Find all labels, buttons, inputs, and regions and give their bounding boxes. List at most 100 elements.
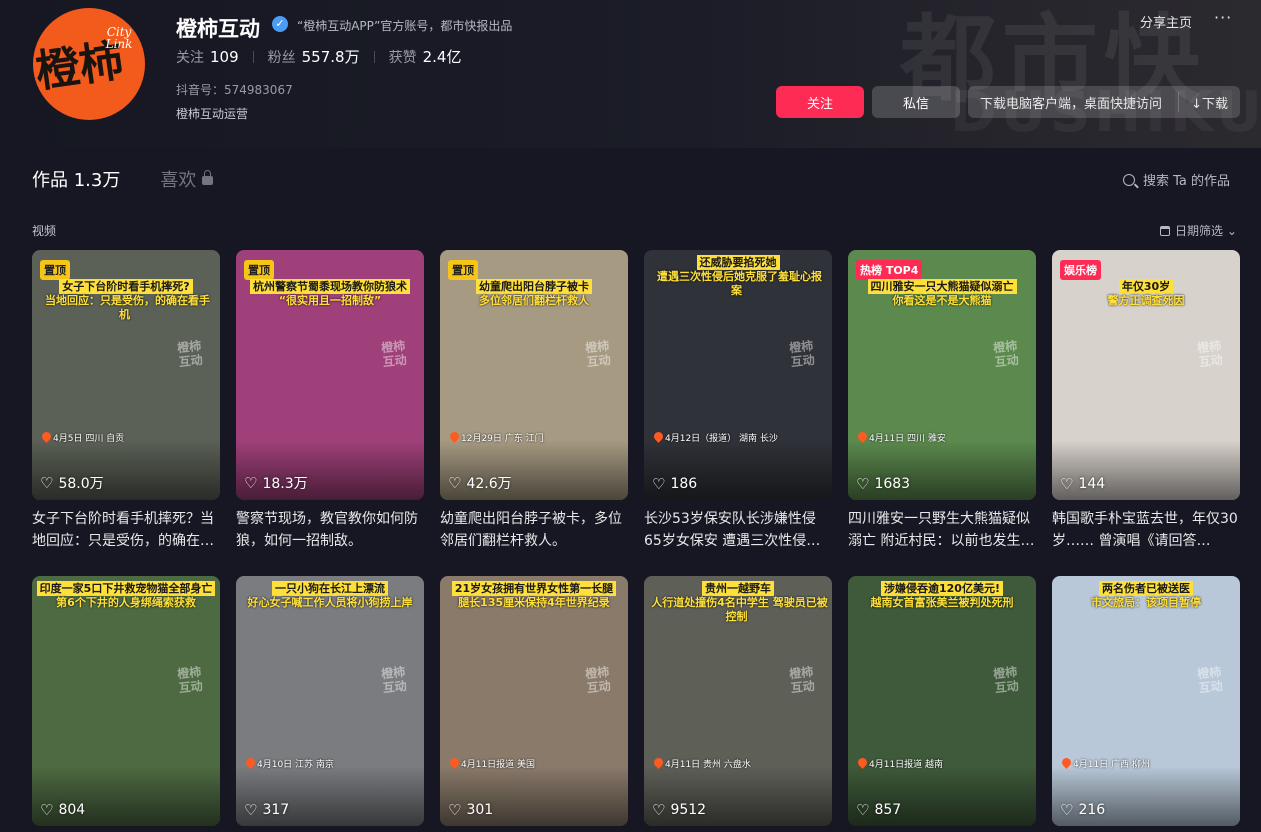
video-likes-count: 58.0万 (58, 476, 104, 492)
heart-icon: ♡ (856, 801, 870, 819)
location-pin-icon (652, 756, 665, 769)
video-title[interactable]: 女子下台阶时看手机摔死？当地回应：只是受伤，的确在… (32, 508, 220, 552)
section-label: 视频 (32, 224, 57, 238)
video-banner: 印度一家5口下井救宠物猫全部身亡 第6个下井的人身绑绳索获救 (32, 581, 220, 610)
heart-icon: ♡ (40, 474, 54, 492)
location-pin-icon (652, 430, 665, 443)
video-card[interactable]: 贵州一越野车 人行道处撞伤4名中学生 驾驶员已被控制 橙柿 互动 4月11日 贵州 六盘… (644, 576, 832, 826)
download-button[interactable]: ↓下载 (1178, 92, 1240, 112)
video-likes: ♡ 216 (1060, 801, 1105, 819)
video-card[interactable]: 一只小狗在长江上漂流 好心女子喊工作人员将小狗捞上岸 橙柿 互动 4月10日 江苏 南京… (236, 576, 424, 826)
video-banner-line2: 警方正调查死因 (1107, 294, 1185, 307)
fans-count[interactable]: 557.8万 (302, 46, 360, 67)
location-pin-icon (244, 756, 257, 769)
video-card[interactable]: 两名伤者已被送医 市文旅局：该项目暂停 橙柿 互动 4月11日 广西 柳州 ♡ 216 (1052, 576, 1240, 826)
video-card[interactable]: 置顶 幼童爬出阳台脖子被卡 多位邻居们翻栏杆救人 橙柿 互动 12月29日 广东 江门 ♡ 4… (440, 250, 628, 552)
video-title[interactable]: 长沙53岁保安队长涉嫌性侵65岁女保安 遭遇三次性侵后她… (644, 508, 832, 552)
video-banner-line1: 一只小狗在长江上漂流 (272, 581, 388, 596)
watermark: 橙柿 互动 (584, 664, 612, 696)
video-banner-line2: “很实用且一招制敌” (278, 294, 382, 307)
video-banner-line1: 还威胁要掐死她 (696, 255, 780, 270)
video-location-text: 4月11日 四川 雅安 (869, 434, 946, 444)
video-banner-line1: 21岁女孩拥有世界女性第一长腿 (451, 581, 617, 596)
follow-button[interactable]: 关注 (776, 86, 864, 118)
profile-tabs: 作品 1.3万 喜欢 (32, 166, 214, 192)
video-card[interactable]: 还威胁要掐死她 遭遇三次性侵后她克服了羞耻心报案 橙柿 互动 4月12日（报道） 湖南 … (644, 250, 832, 552)
calendar-icon (1160, 225, 1170, 236)
video-title[interactable]: 警察节现场，教官教你如何防狼，如何一招制敌。 (236, 508, 424, 552)
video-banner-line2: 你看这是不是大熊猫 (892, 294, 992, 307)
video-likes: ♡ 804 (40, 801, 85, 819)
video-banner-line1: 四川雅安一只大熊猫疑似溺亡 (867, 279, 1017, 294)
video-tag-badge: 娱乐榜 (1060, 260, 1101, 280)
video-banner: 一只小狗在长江上漂流 好心女子喊工作人员将小狗捞上岸 (236, 581, 424, 610)
video-banner-line2: 越南女首富张美兰被判处死刑 (870, 596, 1014, 609)
video-thumbnail[interactable]: 娱乐榜 年仅30岁 警方正调查死因橙柿 互动 ♡ 144 (1052, 250, 1240, 500)
video-banner-line1: 女子下台阶时看手机摔死? (59, 279, 193, 294)
watermark: 橙柿 互动 (584, 338, 612, 370)
operator-link[interactable]: 橙柿互动运营 (176, 105, 248, 122)
video-location-text: 4月11日 贵州 六盘水 (665, 760, 751, 770)
watermark: 橙柿 互动 (176, 338, 204, 370)
video-likes: ♡ 42.6万 (448, 473, 512, 493)
video-likes: ♡ 301 (448, 801, 493, 819)
video-likes: ♡ 144 (1060, 475, 1105, 493)
heart-icon: ♡ (448, 801, 462, 819)
video-likes: ♡ 317 (244, 801, 289, 819)
video-likes-count: 186 (670, 476, 698, 492)
stats-divider (373, 50, 375, 63)
video-card[interactable]: 热榜 TOP4 四川雅安一只大熊猫疑似溺亡 你看这是不是大熊猫 橙柿 互动 4月11日 四… (848, 250, 1036, 552)
video-thumbnail[interactable]: 涉嫌侵吞逾120亿美元! 越南女首富张美兰被判处死刑 橙柿 互动 4月11日报道 越南 ♡… (848, 576, 1036, 826)
video-thumbnail[interactable]: 贵州一越野车 人行道处撞伤4名中学生 驾驶员已被控制 橙柿 互动 4月11日 贵州 六盘… (644, 576, 832, 826)
download-client-banner[interactable]: 下载电脑客户端，桌面快捷访问 ↓下载 (968, 86, 1240, 118)
following-label: 关注 (176, 49, 204, 66)
video-likes-count: 216 (1078, 802, 1106, 818)
video-banner: 杭州警察节蜀黍现场教你防狼术 “很实用且一招制敌” (236, 279, 424, 308)
video-thumbnail[interactable]: 置顶 女子下台阶时看手机摔死? 当地回应：只是受伤，的确在看手机 橙柿 互动 4月5日 四… (32, 250, 220, 500)
video-location: 4月10日 江苏 南京 (244, 756, 334, 770)
heart-icon: ♡ (448, 474, 462, 492)
video-thumbnail[interactable]: 还威胁要掐死她 遭遇三次性侵后她克服了羞耻心报案 橙柿 互动 4月12日（报道） 湖南 … (644, 250, 832, 500)
message-button[interactable]: 私信 (872, 86, 960, 118)
video-thumbnail[interactable]: 置顶 幼童爬出阳台脖子被卡 多位邻居们翻栏杆救人 橙柿 互动 12月29日 广东 江门 ♡ 4… (440, 250, 628, 500)
video-thumbnail[interactable]: 21岁女孩拥有世界女性第一长腿 腿长135厘米保持4年世界纪录 橙柿 互动 4月11日报… (440, 576, 628, 826)
video-title[interactable]: 四川雅安一只野生大熊猫疑似溺亡 附近村民：以前也发生… (848, 508, 1036, 552)
stats-divider (252, 50, 254, 63)
heart-icon: ♡ (1060, 475, 1074, 493)
video-title[interactable]: 韩国歌手朴宝蓝去世，年仅30岁…… 曾演唱《请回答… (1052, 508, 1240, 552)
search-works[interactable]: 搜索 Ta 的作品 (1123, 170, 1230, 189)
video-banner: 年仅30岁 警方正调查死因 (1052, 279, 1240, 308)
video-thumbnail[interactable]: 一只小狗在长江上漂流 好心女子喊工作人员将小狗捞上岸 橙柿 互动 4月10日 江苏 南京… (236, 576, 424, 826)
heart-icon: ♡ (652, 475, 666, 493)
video-title[interactable]: 幼童爬出阳台脖子被卡，多位邻居们翻栏杆救人。 (440, 508, 628, 552)
video-thumbnail[interactable]: 置顶 杭州警察节蜀黍现场教你防狼术 “很实用且一招制敌” 橙柿 互动 ♡ 18.3万 (236, 250, 424, 500)
video-likes-count: 857 (874, 802, 902, 818)
more-options-icon[interactable]: ··· (1214, 8, 1232, 27)
video-card[interactable]: 涉嫌侵吞逾120亿美元! 越南女首富张美兰被判处死刑 橙柿 互动 4月11日报道 越南 ♡… (848, 576, 1036, 826)
video-banner-line1: 幼童爬出阳台脖子被卡 (476, 279, 592, 294)
video-card[interactable]: 娱乐榜 年仅30岁 警方正调查死因橙柿 互动 ♡ 144 韩国歌手朴宝蓝去世，年仅30岁……… (1052, 250, 1240, 552)
share-profile-button[interactable]: 分享主页 (1140, 12, 1192, 31)
video-location: 4月5日 四川 自贡 (40, 430, 124, 444)
video-thumbnail[interactable]: 热榜 TOP4 四川雅安一只大熊猫疑似溺亡 你看这是不是大熊猫 橙柿 互动 4月11日 四… (848, 250, 1036, 500)
tab-works[interactable]: 作品 1.3万 (32, 166, 120, 192)
date-filter-button[interactable]: 日期筛选 ⌄ (1160, 222, 1237, 239)
video-thumbnail[interactable]: 印度一家5口下井救宠物猫全部身亡 第6个下井的人身绑绳索获救橙柿 互动 ♡ 804 (32, 576, 220, 826)
video-banner-line2: 多位邻居们翻栏杆救人 (479, 294, 589, 307)
video-card[interactable]: 21岁女孩拥有世界女性第一长腿 腿长135厘米保持4年世界纪录 橙柿 互动 4月11日报… (440, 576, 628, 826)
video-card[interactable]: 置顶 杭州警察节蜀黍现场教你防狼术 “很实用且一招制敌” 橙柿 互动 ♡ 18.3万警察节现… (236, 250, 424, 552)
watermark: 橙柿 互动 (176, 664, 204, 696)
video-tag-badge: 热榜 TOP4 (856, 260, 923, 280)
watermark: 橙柿 互动 (1196, 338, 1224, 370)
location-pin-icon (856, 430, 869, 443)
video-likes: ♡ 58.0万 (40, 473, 104, 493)
video-thumbnail[interactable]: 两名伤者已被送医 市文旅局：该项目暂停 橙柿 互动 4月11日 广西 柳州 ♡ 216 (1052, 576, 1240, 826)
video-card[interactable]: 置顶 女子下台阶时看手机摔死? 当地回应：只是受伤，的确在看手机 橙柿 互动 4月5日 四… (32, 250, 220, 552)
video-banner-line1: 涉嫌侵吞逾120亿美元! (881, 581, 1003, 596)
video-location: 4月11日 贵州 六盘水 (652, 756, 751, 770)
tab-likes[interactable]: 喜欢 (160, 166, 214, 192)
avatar[interactable]: 橙柿 City Link (33, 8, 145, 120)
watermark: 橙柿 互动 (788, 338, 816, 370)
video-card[interactable]: 印度一家5口下井救宠物猫全部身亡 第6个下井的人身绑绳索获救橙柿 互动 ♡ 804 (32, 576, 220, 826)
following-count[interactable]: 109 (210, 48, 239, 66)
